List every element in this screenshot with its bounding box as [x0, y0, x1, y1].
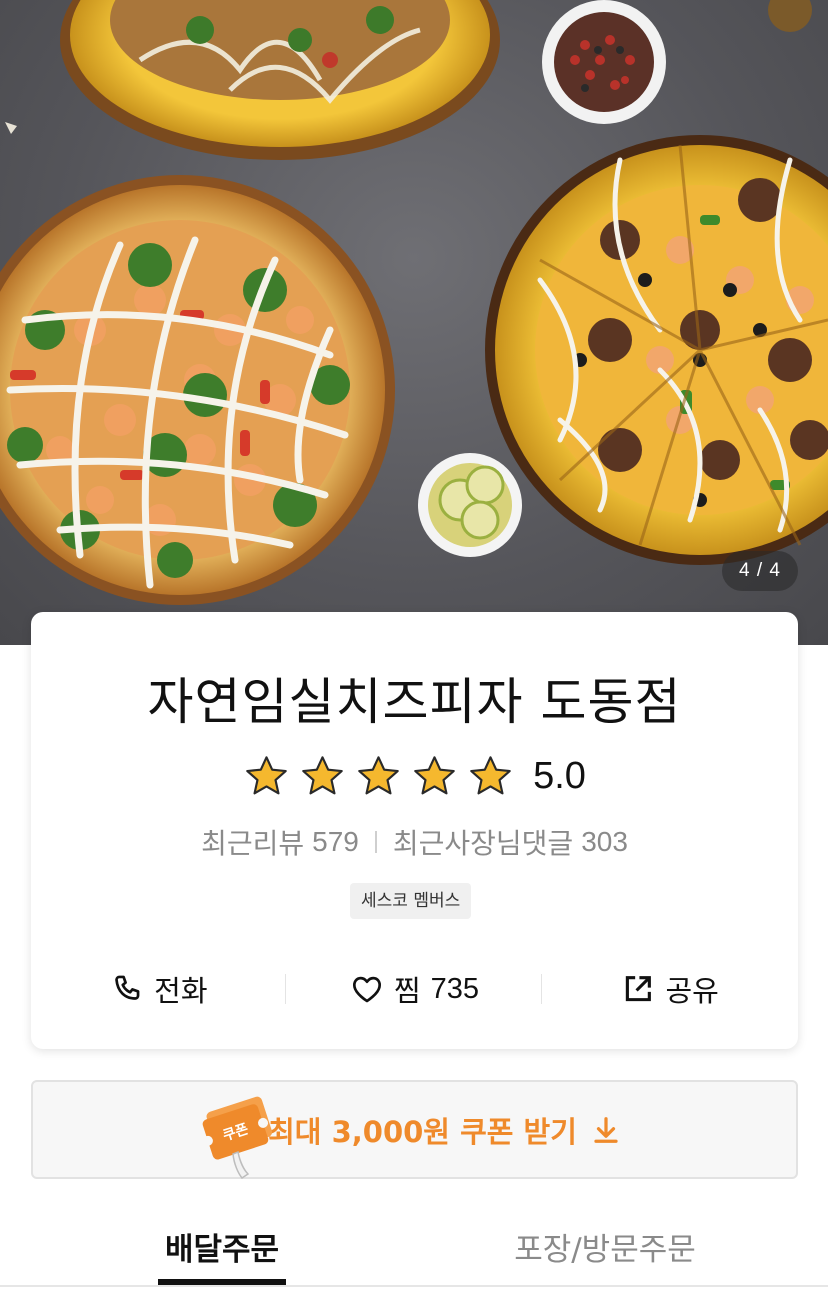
star-icon [302, 755, 343, 794]
recent-reviews-count: 579 [312, 826, 359, 857]
review-counts[interactable]: 최근리뷰 579 최근사장님댓글 303 [31, 822, 798, 862]
tab-pickup[interactable]: 포장/방문주문 [490, 1224, 720, 1269]
like-count: 735 [430, 972, 480, 1005]
rating-value: 5.0 [533, 754, 586, 797]
star-icon [358, 755, 399, 794]
photo-counter: 4 / 4 [722, 551, 798, 591]
call-button[interactable]: 전화 [31, 967, 287, 1011]
share-icon [626, 976, 652, 1002]
tabs-divider [0, 1285, 828, 1287]
coupon-ticket-icon: 쿠폰 [202, 1096, 273, 1180]
share-label: 공유 [665, 974, 719, 1008]
coupon-label: 최대 3,000원 쿠폰 받기 [268, 1114, 577, 1149]
active-tab-indicator [158, 1279, 286, 1285]
coupon-download-button[interactable]: 쿠폰 최대 3,000원 쿠폰 받기 [31, 1080, 798, 1180]
call-label: 전화 [154, 974, 208, 1008]
like-label: 찜 [393, 974, 421, 1008]
owner-replies-label: 최근사장님댓글 [392, 827, 574, 860]
divider [374, 831, 377, 853]
heart-icon [352, 976, 381, 1003]
star-icon [414, 755, 455, 794]
store-photo-carousel[interactable]: 4 / 4 [0, 0, 828, 645]
recent-reviews-label: 최근리뷰 [201, 827, 305, 860]
tab-delivery[interactable]: 배달주문 [158, 1224, 286, 1269]
divider [541, 974, 542, 1004]
phone-icon [115, 975, 140, 1000]
order-type-tabs: 배달주문 포장/방문주문 [0, 1212, 828, 1316]
rating-row[interactable]: 5.0 [31, 750, 798, 802]
download-arrow-icon [594, 1116, 618, 1143]
owner-replies-count: 303 [581, 826, 628, 857]
action-bar: 전화 찜 735 공유 [31, 967, 798, 1011]
cesco-members-badge: 세스코 멤버스 [350, 883, 472, 919]
share-button[interactable]: 공유 [542, 967, 798, 1011]
star-icon [470, 755, 511, 794]
store-info-card: 자연임실치즈피자 도동점 5.0 최근리뷰 579 최근사장님댓글 303 세스… [31, 612, 798, 1049]
pizza-photo [0, 0, 828, 605]
divider [285, 974, 286, 1004]
like-button[interactable]: 찜 735 [287, 967, 543, 1011]
star-icon [246, 755, 287, 794]
store-name: 자연임실치즈피자 도동점 [147, 673, 682, 731]
